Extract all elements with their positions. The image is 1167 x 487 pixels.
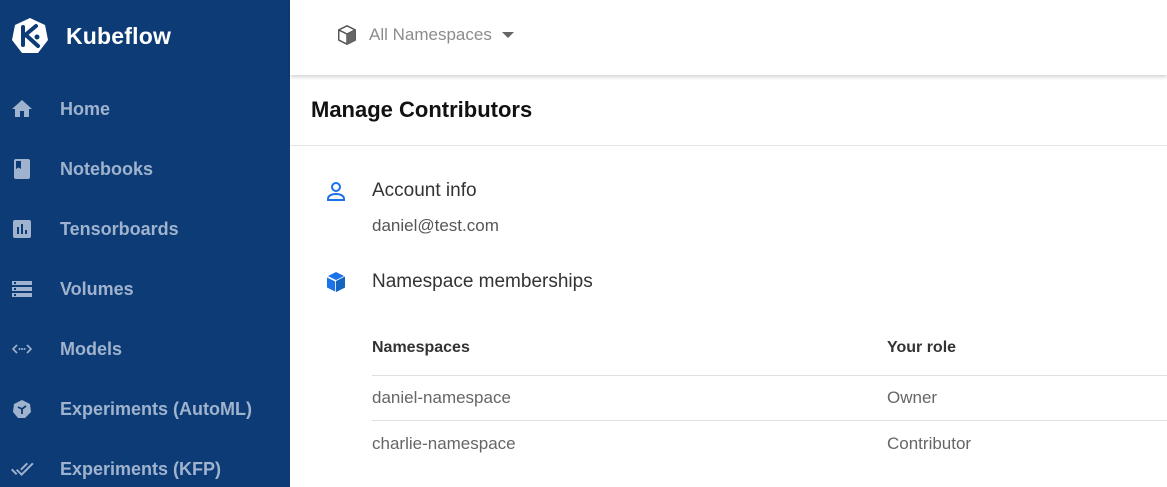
- account-info-title: Account info: [372, 180, 477, 201]
- sidebar: Kubeflow Home Notebooks Tensorboards Vol…: [0, 0, 290, 487]
- column-header-namespaces: Namespaces: [372, 338, 470, 356]
- sidebar-item-label: Home: [60, 98, 111, 119]
- account-email: daniel@test.com: [372, 216, 499, 235]
- table-header-row: Namespaces Your role: [372, 320, 1167, 376]
- sidebar-item-label: Tensorboards: [60, 218, 179, 239]
- topbar: All Namespaces: [290, 0, 1167, 75]
- sidebar-item-label: Notebooks: [60, 158, 154, 179]
- home-icon: [10, 97, 34, 121]
- sidebar-item-models[interactable]: Models: [0, 319, 290, 379]
- code-arrows-icon: [10, 337, 34, 361]
- sidebar-item-volumes[interactable]: Volumes: [0, 259, 290, 319]
- sidebar-item-tensorboards[interactable]: Tensorboards: [0, 199, 290, 259]
- role-cell: Contributor: [887, 433, 972, 453]
- done-all-icon: [10, 457, 34, 481]
- namespace-memberships-title: Namespace memberships: [372, 271, 593, 292]
- sidebar-item-label: Experiments (KFP): [60, 458, 222, 479]
- account-info-header: Account info: [324, 177, 477, 205]
- namespace-box-icon: [326, 272, 346, 292]
- sidebar-item-label: Volumes: [60, 278, 134, 299]
- automl-icon: [10, 397, 34, 421]
- brand-name: Kubeflow: [66, 22, 172, 49]
- brand[interactable]: Kubeflow: [10, 16, 171, 56]
- sidebar-item-notebooks[interactable]: Notebooks: [0, 139, 290, 199]
- assessment-icon: [10, 217, 34, 241]
- namespace-selector[interactable]: All Namespaces: [336, 22, 514, 48]
- memberships-table: Namespaces Your role daniel-namespace Ow…: [372, 320, 1167, 466]
- divider: [290, 145, 1167, 146]
- person-icon: [327, 182, 345, 201]
- namespace-box-icon: [338, 25, 356, 45]
- table-row: charlie-namespace Contributor: [372, 421, 1167, 466]
- sidebar-item-home[interactable]: Home: [0, 79, 290, 139]
- chevron-down-icon: [501, 32, 514, 38]
- main-content: Manage Contributors Account info daniel@…: [290, 75, 1167, 487]
- sidebar-nav: Home Notebooks Tensorboards Volumes Mode…: [0, 79, 290, 487]
- namespace-cell: daniel-namespace: [372, 388, 511, 407]
- namespace-memberships-header: Namespace memberships: [324, 268, 593, 296]
- app: Kubeflow Home Notebooks Tensorboards Vol…: [0, 0, 1167, 487]
- namespace-label: All Namespaces: [369, 25, 492, 44]
- notebook-icon: [10, 157, 34, 181]
- sidebar-item-label: Experiments (AutoML): [60, 398, 253, 419]
- sidebar-item-experiments-automl[interactable]: Experiments (AutoML): [0, 379, 290, 439]
- storage-icon: [10, 277, 34, 301]
- column-header-your-role: Your role: [887, 338, 957, 356]
- namespace-cell: charlie-namespace: [372, 433, 516, 453]
- table-row: daniel-namespace Owner: [372, 376, 1167, 421]
- page-title: Manage Contributors: [311, 97, 533, 122]
- kubeflow-logo-icon: [12, 18, 48, 53]
- sidebar-item-experiments-kfp[interactable]: Experiments (KFP): [0, 439, 290, 487]
- role-cell: Owner: [887, 388, 938, 407]
- sidebar-item-label: Models: [60, 338, 123, 359]
